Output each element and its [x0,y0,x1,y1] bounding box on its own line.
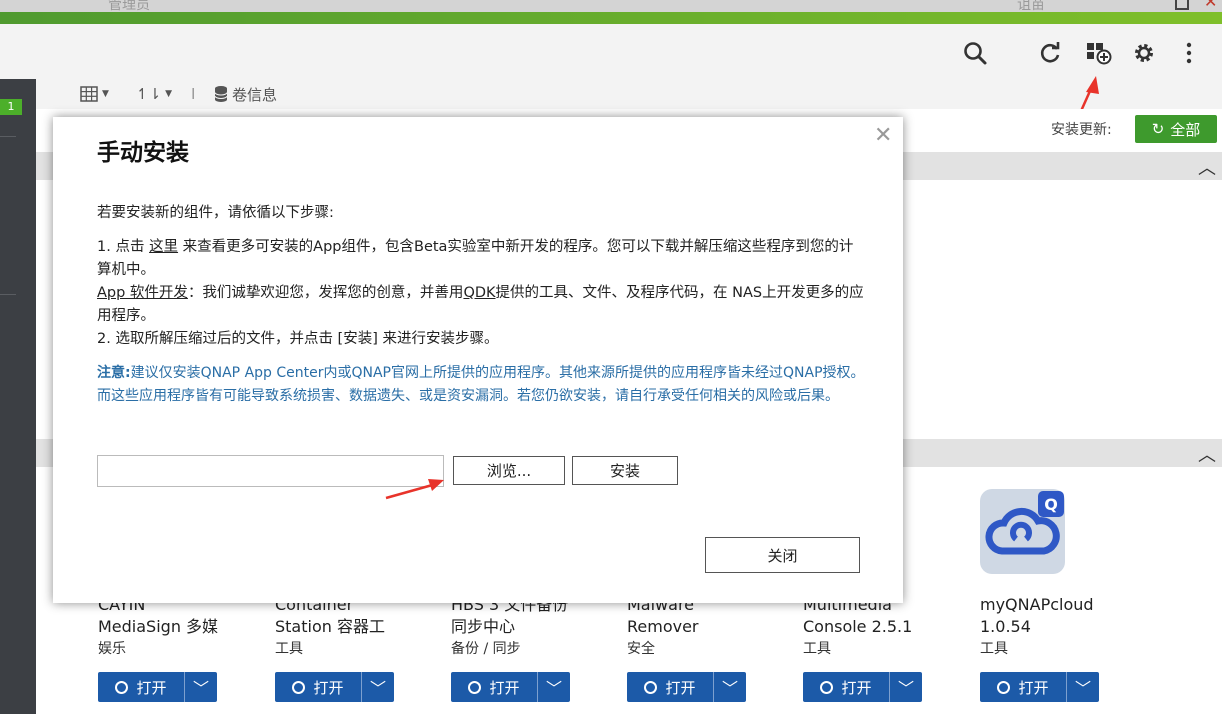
step2-text: 2. 选取所解压缩过后的文件，并点击 [安装] 来进行安装步骤。 [97,331,499,347]
dialog-close-icon[interactable]: ✕ [874,123,892,148]
app-category: 工具 [980,641,1008,657]
open-label: 打开 [841,678,872,697]
open-label: 打开 [1018,678,1049,697]
step1-suffix: 来查看更多可安装的App组件，包含Beta实验室中新开发的程序。您可以下载并解压… [97,239,854,278]
open-label: 打开 [313,678,344,697]
chevron-down-icon[interactable]: ﹀ [537,672,570,702]
app-open-button[interactable]: 打开 ﹀ [98,672,217,702]
step1-prefix: 1. 点击 [97,239,150,255]
grid-view-icon [80,86,98,102]
chevron-up-icon[interactable]: ︿ [1198,441,1216,467]
app-title-line2: MediaSign 多媒 [98,617,219,636]
myqnapcloud-app-icon[interactable]: Q [980,489,1065,574]
app-category: 备份 / 同步 [451,641,521,657]
app-center-toolbar [0,24,1222,79]
left-sidebar: 1 [0,79,36,714]
sidebar-divider [0,294,16,295]
chevron-down-icon[interactable]: ﹀ [361,672,394,702]
search-icon[interactable] [960,38,990,68]
file-path-input[interactable] [97,455,444,487]
top-ghost-text-right: 诅苗 [1017,0,1045,12]
top-ghost-text-left: 管理员 [108,0,150,12]
dialog-intro-text: 若要安装新的组件，请依循以下步骤: [97,205,334,221]
sidebar-divider [0,136,16,137]
app-category: 安全 [627,641,655,657]
app-title-line2: Console 2.5.1 [803,617,913,636]
qdk-link[interactable]: QDK [463,285,495,301]
sidebar-count-badge: 1 [0,99,22,115]
manual-install-icon[interactable] [1084,38,1114,68]
database-icon [214,86,228,102]
app-open-button[interactable]: 打开 ﹀ [980,672,1099,702]
update-all-label: 全部 [1170,120,1201,139]
app-open-button[interactable]: 打开 ﹀ [803,672,922,702]
chevron-down-icon[interactable]: ﹀ [713,672,746,702]
app-category: 娱乐 [98,641,126,657]
app-title-line2: Station 容器工 [275,617,385,636]
dialog-warning-note: 注意:建议仅安装QNAP App Center内或QNAP官网上所提供的应用程序… [97,362,867,408]
update-all-button[interactable]: ↻ 全部 [1135,115,1217,143]
header-accent-bar [0,12,1222,24]
volume-info-label: 卷信息 [232,85,278,104]
open-label: 打开 [665,678,696,697]
note-text: 建议仅安装QNAP App Center内或QNAP官网上所提供的应用程序。其他… [97,365,865,404]
browse-button[interactable]: 浏览... [453,456,565,485]
chevron-down-icon[interactable]: ﹀ [889,672,922,702]
maximize-icon[interactable] [1175,0,1189,10]
open-label: 打开 [489,678,520,697]
chevron-down-icon[interactable]: ﹀ [1066,672,1099,702]
sort-toggle[interactable]: ↿⇂ ▼ [136,79,172,109]
open-label: 打开 [136,678,167,697]
dev-mid-text: ：我们诚挚欢迎您，发挥您的创意，并善用 [187,285,464,301]
app-title-line1: myQNAPcloud [980,595,1094,614]
grid-view-toggle[interactable]: ▼ [80,79,109,109]
install-updates-label: 安装更新: [1051,122,1112,138]
app-category: 工具 [803,641,831,657]
update-refresh-icon: ↻ [1151,120,1165,138]
settings-icon[interactable] [1129,38,1159,68]
chevron-up-icon[interactable]: ︿ [1198,154,1216,180]
sort-icon: ↿⇂ [136,85,162,103]
app-open-button[interactable]: 打开 ﹀ [275,672,394,702]
window-top-strip: 管理员 诅苗 ✕ [0,0,1222,12]
app-category: 工具 [275,641,303,657]
dialog-step1-text: 1. 点击 这里 来查看更多可安装的App组件，包含Beta实验室中新开发的程序… [97,236,867,351]
view-options-bar: ▼ ↿⇂ ▼ I 卷信息 [36,79,1222,109]
manual-install-dialog: ✕ 手动安装 若要安装新的组件，请依循以下步骤: 1. 点击 这里 来查看更多可… [53,117,903,603]
app-dev-link[interactable]: App 软件开发 [97,285,188,301]
here-link[interactable]: 这里 [149,239,178,255]
app-open-button[interactable]: 打开 ﹀ [627,672,746,702]
install-button[interactable]: 安装 [572,456,678,485]
close-dialog-button[interactable]: 关闭 [705,537,860,573]
note-label: 注意: [97,365,131,381]
chevron-down-icon[interactable]: ﹀ [184,672,217,702]
volume-info-button[interactable]: 卷信息 [214,79,277,109]
more-icon[interactable] [1174,38,1204,68]
app-title-line2: 同步中心 [451,617,516,636]
svg-text:Q: Q [1044,495,1058,514]
app-open-button[interactable]: 打开 ﹀ [451,672,570,702]
app-title-line2: 1.0.54 [980,617,1031,636]
refresh-icon[interactable] [1035,38,1065,68]
dialog-title: 手动安装 [97,140,189,166]
close-window-icon[interactable]: ✕ [1204,0,1218,10]
app-title-line2: Remover [627,617,699,636]
viewbar-separator: I [191,85,196,103]
